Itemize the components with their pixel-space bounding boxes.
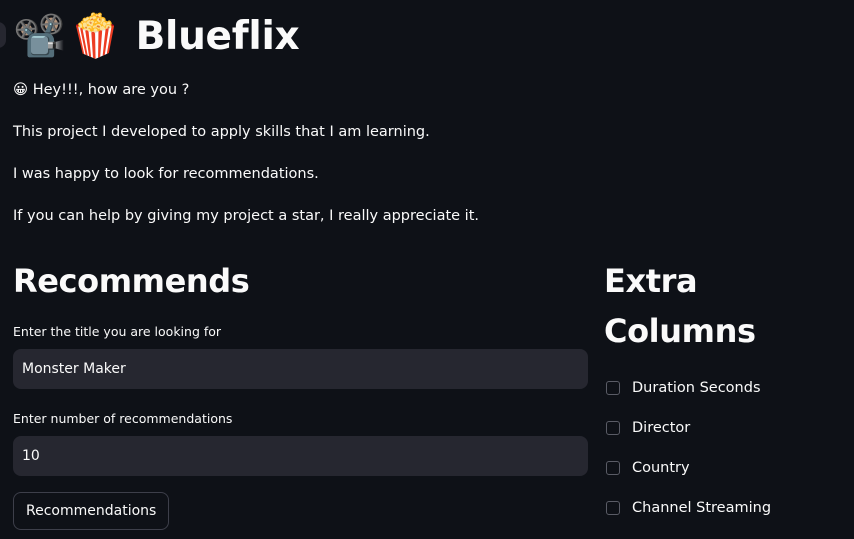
recommendations-count-input[interactable] bbox=[13, 436, 588, 476]
checkbox-duration-seconds[interactable]: Duration Seconds bbox=[604, 368, 844, 408]
checkbox-country[interactable]: Country bbox=[604, 448, 844, 488]
checkbox-box[interactable] bbox=[606, 381, 620, 395]
title-field-label: Enter the title you are looking for bbox=[13, 324, 222, 339]
intro-line-3: If you can help by giving my project a s… bbox=[13, 208, 480, 224]
checkbox-label: Duration Seconds bbox=[632, 380, 761, 396]
checkbox-channel-streaming[interactable]: Channel Streaming bbox=[604, 488, 844, 528]
count-field-label: Enter number of recommendations bbox=[13, 411, 233, 426]
recommendations-button[interactable]: Recommendations bbox=[13, 492, 170, 530]
extra-columns-heading: Extra Columns bbox=[604, 262, 756, 350]
checkbox-box[interactable] bbox=[606, 461, 620, 475]
checkbox-label: Country bbox=[632, 460, 690, 476]
sidebar-toggle[interactable] bbox=[0, 22, 6, 48]
extra-columns-section: Extra Columns Duration Seconds Director … bbox=[604, 256, 844, 528]
checkbox-box[interactable] bbox=[606, 501, 620, 515]
title-input[interactable] bbox=[13, 349, 588, 389]
recommends-section: Recommends Enter the title you are looki… bbox=[13, 256, 588, 530]
checkbox-director[interactable]: Director bbox=[604, 408, 844, 448]
film-projector-icon: 📽️ bbox=[13, 11, 66, 60]
intro-line-1: This project I developed to apply skills… bbox=[13, 124, 430, 140]
recommends-heading: Recommends bbox=[13, 262, 250, 300]
checkbox-label: Channel Streaming bbox=[632, 500, 772, 516]
popcorn-icon: 🍿 bbox=[69, 11, 122, 60]
intro-text: 😀 Hey!!!, how are you ? This project I d… bbox=[13, 80, 833, 248]
extra-columns-list: Duration Seconds Director Country Channe… bbox=[604, 368, 844, 528]
app-title: Blueflix bbox=[135, 13, 300, 59]
checkbox-label: Director bbox=[632, 420, 691, 436]
intro-line-2: I was happy to look for recommendations. bbox=[13, 166, 319, 182]
app-page: 📽️ 🍿 Blueflix 😀 Hey!!!, how are you ? Th… bbox=[0, 0, 854, 539]
checkbox-box[interactable] bbox=[606, 421, 620, 435]
greeting-text: 😀 Hey!!!, how are you ? bbox=[13, 82, 190, 98]
app-header: 📽️ 🍿 Blueflix bbox=[13, 6, 300, 66]
